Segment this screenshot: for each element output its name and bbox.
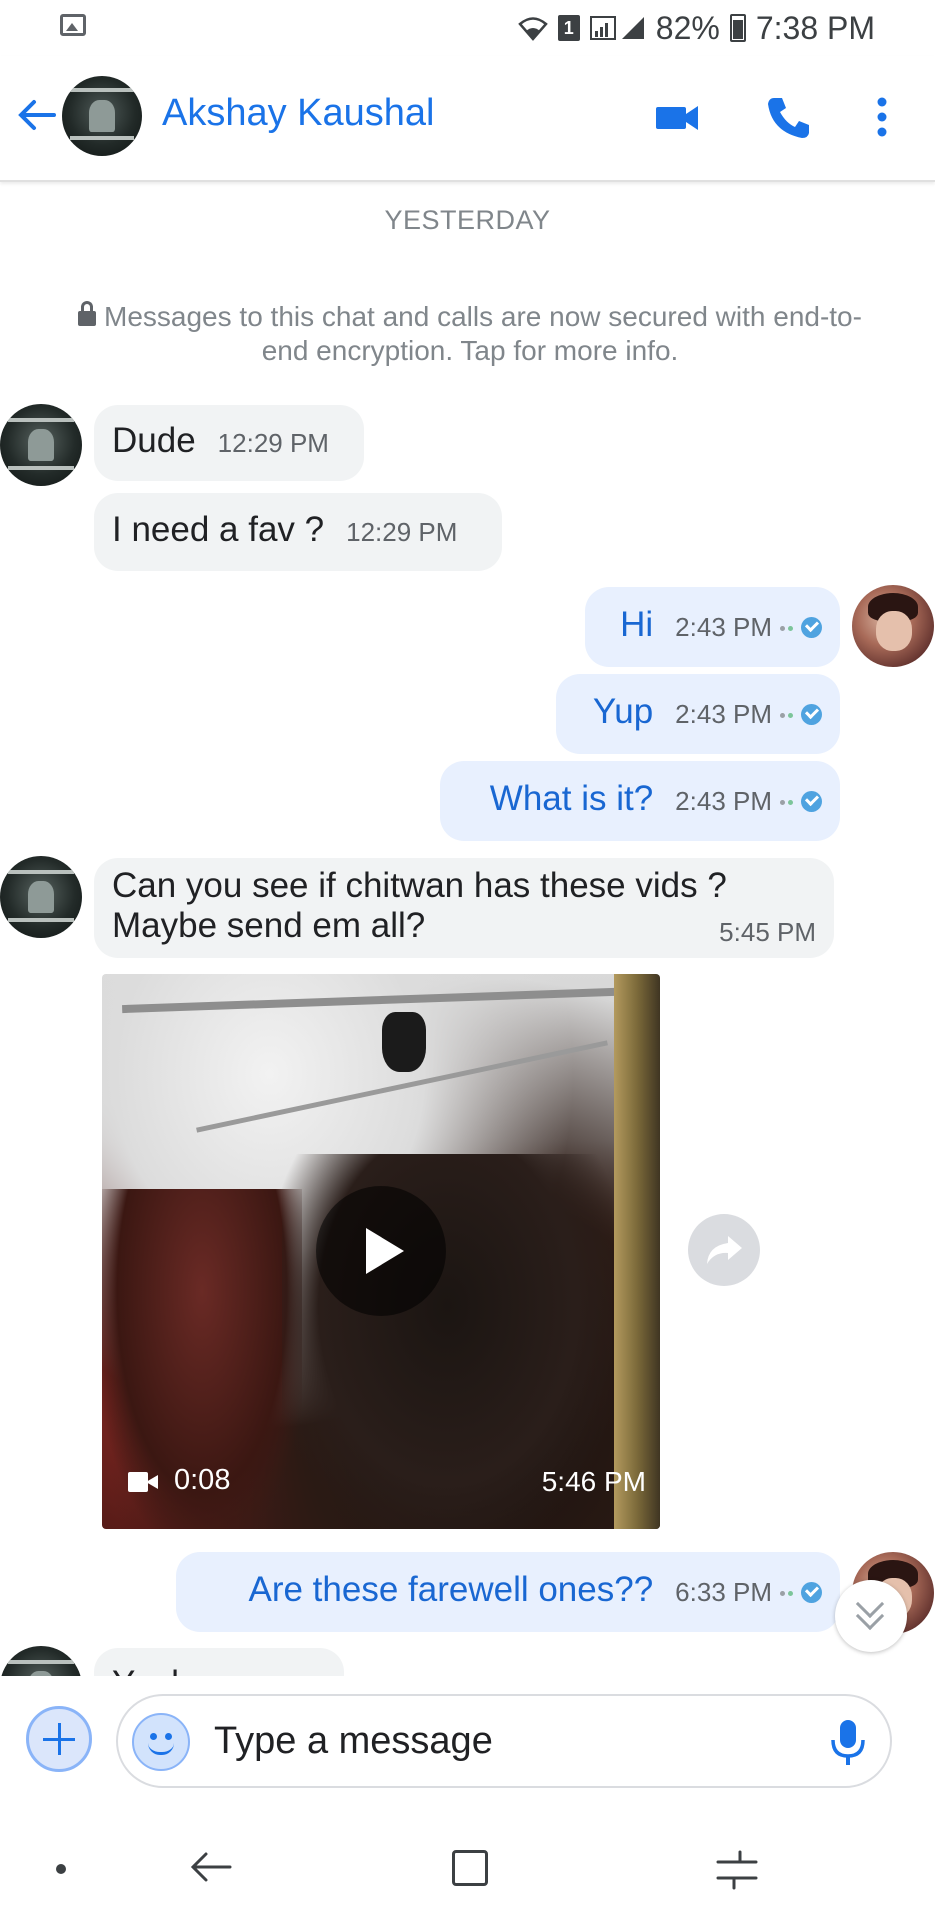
add-attachment-button[interactable] bbox=[26, 1706, 92, 1772]
signal-icon bbox=[589, 16, 644, 40]
video-camera-icon bbox=[128, 1472, 160, 1492]
status-icons: 1 82% 7:38 PM bbox=[518, 8, 875, 48]
video-message[interactable]: 0:08 5:46 PM bbox=[102, 974, 660, 1529]
message-text: Are these farewell ones?? bbox=[248, 1570, 654, 1609]
read-receipt-icon bbox=[780, 703, 822, 725]
date-divider: YESTERDAY bbox=[384, 205, 551, 235]
emoji-icon[interactable] bbox=[132, 1713, 190, 1771]
sim-slot-indicator: 1 bbox=[557, 15, 580, 41]
message-bubble[interactable]: Are these farewell ones?? 6:33 PM bbox=[176, 1552, 840, 1632]
message-bubble[interactable]: Hi 2:43 PM bbox=[585, 587, 840, 667]
contact-avatar[interactable] bbox=[62, 76, 142, 156]
contact-name[interactable]: Akshay Kaushal bbox=[162, 92, 435, 135]
image-notification-icon bbox=[60, 14, 86, 36]
more-vert-icon[interactable] bbox=[862, 92, 902, 142]
clock: 7:38 PM bbox=[755, 9, 875, 46]
play-button[interactable] bbox=[316, 1186, 446, 1316]
message-timestamp: 5:46 PM bbox=[541, 1466, 646, 1497]
message-input[interactable] bbox=[214, 1716, 774, 1766]
microphone-icon[interactable] bbox=[828, 1718, 868, 1768]
forward-icon bbox=[707, 1236, 742, 1264]
nav-back-icon[interactable] bbox=[186, 1842, 236, 1892]
message-timestamp: 12:29 PM bbox=[217, 428, 329, 458]
message-text: What is it? bbox=[489, 779, 654, 818]
message-text: Dude bbox=[112, 421, 196, 460]
message-timestamp: 5:45 PM bbox=[719, 917, 816, 947]
status-bar: 1 82% 7:38 PM bbox=[0, 0, 935, 56]
message-text: I need a fav ? bbox=[112, 510, 325, 549]
message-timestamp: 2:43 PM bbox=[675, 699, 772, 729]
battery-percentage: 82% bbox=[655, 9, 720, 46]
message-bubble[interactable]: I need a fav ? 12:29 PM bbox=[94, 493, 502, 571]
nav-home-icon[interactable] bbox=[452, 1850, 488, 1886]
message-bubble[interactable]: Dude 12:29 PM bbox=[94, 405, 364, 481]
video-call-icon[interactable] bbox=[652, 92, 702, 142]
nav-recents-icon[interactable] bbox=[712, 1844, 762, 1894]
nav-indicator-dot bbox=[56, 1864, 66, 1874]
message-timestamp: 2:43 PM bbox=[675, 786, 772, 816]
conversation-header: Akshay Kaushal bbox=[0, 56, 935, 182]
read-receipt-icon bbox=[780, 790, 822, 812]
contact-avatar-small[interactable] bbox=[0, 856, 82, 938]
back-arrow-icon[interactable] bbox=[14, 92, 60, 138]
read-receipt-icon bbox=[780, 616, 822, 638]
message-bubble[interactable]: Can you see if chitwan has these vids ? … bbox=[94, 858, 834, 958]
message-text-line1: Can you see if chitwan has these vids ? bbox=[112, 866, 727, 905]
message-timestamp: 12:29 PM bbox=[346, 517, 458, 547]
battery-icon bbox=[729, 14, 746, 42]
video-duration: 0:08 bbox=[174, 1464, 231, 1496]
message-text-line2: Maybe send em all? bbox=[112, 906, 426, 945]
message-bubble[interactable]: What is it? 2:43 PM bbox=[440, 761, 840, 841]
phone-call-icon[interactable] bbox=[764, 92, 814, 142]
message-timestamp: 2:43 PM bbox=[675, 612, 772, 642]
wifi-icon bbox=[518, 17, 548, 41]
message-text: Yup bbox=[592, 692, 654, 731]
message-composer bbox=[0, 1676, 935, 1804]
my-avatar bbox=[852, 585, 934, 667]
scroll-to-bottom-button[interactable] bbox=[835, 1580, 907, 1652]
contact-avatar-small[interactable] bbox=[0, 404, 82, 486]
read-receipt-icon bbox=[780, 1581, 822, 1603]
encryption-notice[interactable]: Messages to this chat and calls are now … bbox=[70, 300, 870, 368]
message-text: Hi bbox=[620, 605, 654, 644]
message-bubble[interactable]: Yup 2:43 PM bbox=[556, 674, 840, 754]
forward-button[interactable] bbox=[688, 1214, 760, 1286]
message-timestamp: 6:33 PM bbox=[675, 1577, 772, 1607]
lock-icon bbox=[78, 301, 97, 327]
message-input-container[interactable] bbox=[116, 1694, 892, 1788]
system-navigation-bar bbox=[0, 1816, 935, 1920]
